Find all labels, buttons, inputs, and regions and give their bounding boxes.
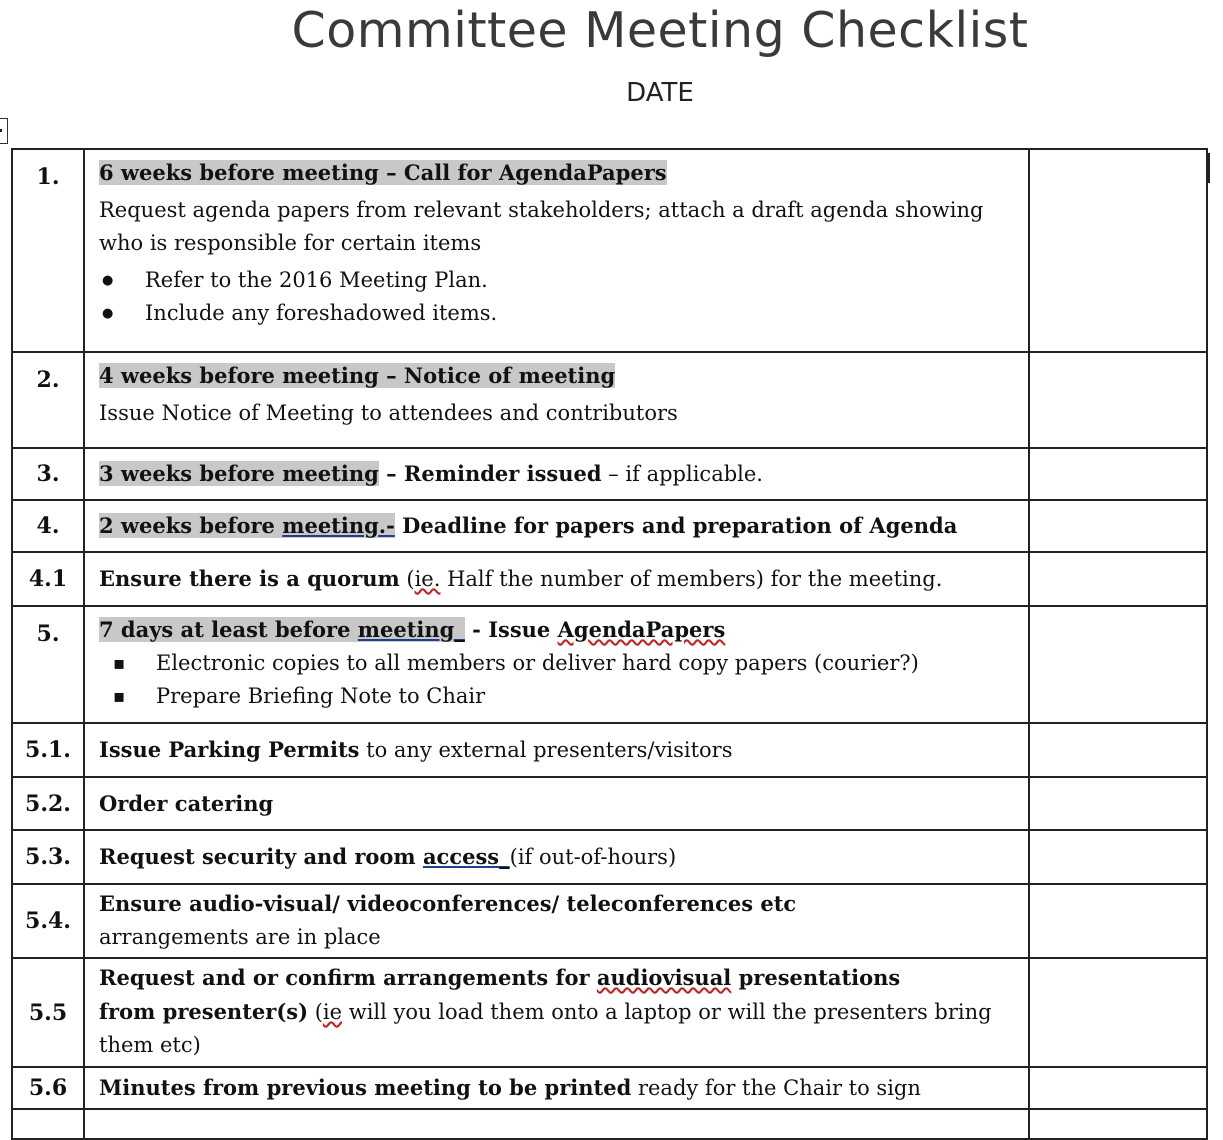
check-cell[interactable] — [1028, 351, 1208, 449]
bullet-item: Prepare Briefing Note to Chair — [99, 680, 1018, 713]
document-title: Committee Meeting Checklist — [291, 2, 1029, 59]
table-row: 1. 6 weeks before meeting – Call for Age… — [11, 148, 1208, 353]
table-row: 5.3. Request security and room access_(i… — [11, 829, 1208, 885]
misspelled-word: ie — [322, 1000, 343, 1024]
table-row: 3. 3 weeks before meeting – Reminder iss… — [11, 447, 1208, 501]
row-heading-line2: from presenter(s) — [99, 999, 309, 1024]
bullet-item: Electronic copies to all members or deli… — [99, 647, 1018, 680]
row-text: Half the number of members) for the meet… — [440, 567, 943, 591]
row-text: (if out-of-hours) — [509, 845, 677, 869]
row-content: 7 days at least before meeting_ - Issue … — [83, 605, 1030, 724]
row-number: 5.2. — [11, 776, 85, 831]
table-move-handle-icon[interactable] — [0, 118, 8, 144]
row-text: to any external presenters/visitors — [359, 738, 733, 762]
row-heading: 3 weeks before meeting — [99, 461, 379, 486]
check-cell[interactable] — [1028, 776, 1208, 831]
table-row: 2. 4 weeks before meeting – Notice of me… — [11, 351, 1208, 449]
misspelled-word: audiovisual — [596, 965, 732, 990]
table-row: 5.2. Order catering — [11, 776, 1208, 831]
check-cell[interactable] — [1028, 1066, 1208, 1110]
row-heading: Ensure audio-visual/ videoconferences/ t… — [99, 891, 797, 916]
row-heading: 6 weeks before meeting – Call for Agenda… — [99, 160, 667, 185]
table-row: 5.4. Ensure audio-visual/ videoconferenc… — [11, 883, 1208, 959]
row-heading: 7 days at least before meeting_ — [99, 617, 465, 642]
row-content: 6 weeks before meeting – Call for Agenda… — [83, 148, 1030, 353]
row-content: Ensure audio-visual/ videoconferences/ t… — [83, 883, 1030, 959]
row-number: 4. — [11, 499, 85, 553]
row-number: 5. — [11, 605, 85, 724]
row-text: Issue Notice of Meeting to attendees and… — [99, 401, 678, 425]
row-text: ready for the Chair to sign — [631, 1076, 921, 1100]
row-heading-rest: Deadline for papers and preparation of A… — [394, 513, 958, 538]
check-cell[interactable] — [1028, 957, 1208, 1068]
row-content: 3 weeks before meeting – Reminder issued… — [83, 447, 1030, 501]
row-heading: Request security and room — [99, 844, 423, 869]
misspelled-word: AgendaPapers — [557, 617, 726, 642]
table-row: 5. 7 days at least before meeting_ - Iss… — [11, 605, 1208, 724]
row-heading: Ensure there is a quorum — [99, 566, 400, 591]
row-number: 5.4. — [11, 883, 85, 959]
row-number: 5.6 — [11, 1066, 85, 1110]
table-row: 5.5 Request and or confirm arrangements … — [11, 957, 1208, 1068]
checklist-table: 1. 6 weeks before meeting – Call for Age… — [11, 148, 1208, 1140]
row-content: Request security and room access_(if out… — [83, 829, 1030, 885]
bullet-list: Electronic copies to all members or deli… — [99, 647, 1018, 713]
row-content: 2 weeks before meeting.- Deadline for pa… — [83, 499, 1030, 553]
row-text-pre: ( — [308, 1000, 323, 1024]
row-text: arrangements are in place — [99, 925, 381, 949]
row-heading-mid: - Issue — [464, 617, 558, 642]
check-cell[interactable] — [1028, 1108, 1208, 1140]
row-heading: Minutes from previous meeting to be prin… — [99, 1075, 632, 1100]
check-cell[interactable] — [1028, 605, 1208, 724]
table-row: 4.1 Ensure there is a quorum (ie. Half t… — [11, 551, 1208, 607]
row-text: Request agenda papers from relevant stak… — [99, 198, 984, 255]
row-content — [83, 1108, 1030, 1140]
row-content: Issue Parking Permits to any external pr… — [83, 722, 1030, 778]
table-row — [11, 1108, 1208, 1140]
check-cell[interactable] — [1028, 883, 1208, 959]
row-heading: 2 weeks before meeting.- — [99, 513, 395, 538]
row-content: 4 weeks before meeting – Notice of meeti… — [83, 351, 1030, 449]
row-content: Request and or confirm arrangements for … — [83, 957, 1030, 1068]
bullet-list: Refer to the 2016 Meeting Plan. Include … — [99, 264, 1018, 330]
check-cell[interactable] — [1028, 551, 1208, 607]
row-content: Order catering — [83, 776, 1030, 831]
row-heading-pre: 2 weeks before — [99, 513, 283, 538]
row-number: 1. — [11, 148, 85, 353]
row-heading-rest: – Reminder issued — [378, 461, 602, 486]
row-heading: Issue Parking Permits — [99, 737, 360, 762]
grammar-flagged-word: meeting.- — [282, 513, 395, 538]
row-number: 5.5 — [11, 957, 85, 1068]
row-number: 3. — [11, 447, 85, 501]
table-row: 4. 2 weeks before meeting.- Deadline for… — [11, 499, 1208, 553]
check-cell[interactable] — [1028, 148, 1208, 353]
grammar-flagged-word: access_ — [422, 844, 510, 869]
row-text: – if applicable. — [601, 462, 763, 486]
grammar-flagged-word: meeting_ — [357, 617, 465, 642]
row-number: 4.1 — [11, 551, 85, 607]
bullet-item: Include any foreshadowed items. — [99, 297, 1018, 330]
check-cell[interactable] — [1028, 447, 1208, 501]
row-heading: Order catering — [99, 790, 274, 816]
table-row: 5.6 Minutes from previous meeting to be … — [11, 1066, 1208, 1110]
row-text-pre: ( — [399, 567, 415, 591]
row-content: Minutes from previous meeting to be prin… — [83, 1066, 1030, 1110]
row-heading-pre: Request and or confirm arrangements for — [99, 965, 597, 990]
row-content: Ensure there is a quorum (ie. Half the n… — [83, 551, 1030, 607]
misspelled-word: ie. — [414, 567, 441, 591]
date-label: DATE — [626, 78, 694, 108]
check-cell[interactable] — [1028, 829, 1208, 885]
row-heading-rest: presentations — [731, 965, 901, 990]
check-cell[interactable] — [1028, 722, 1208, 778]
row-number: 5.1. — [11, 722, 85, 778]
row-heading-pre: 7 days at least before — [99, 617, 358, 642]
bullet-item: Refer to the 2016 Meeting Plan. — [99, 264, 1018, 297]
table-row: 5.1. Issue Parking Permits to any extern… — [11, 722, 1208, 778]
row-number: 5.3. — [11, 829, 85, 885]
row-number: 2. — [11, 351, 85, 449]
row-heading: 4 weeks before meeting – Notice of meeti… — [99, 363, 616, 388]
check-cell[interactable] — [1028, 499, 1208, 553]
row-number — [11, 1108, 85, 1140]
